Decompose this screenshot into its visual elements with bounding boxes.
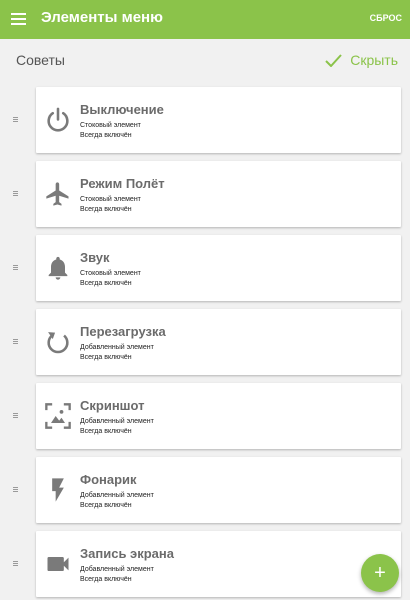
- menu-item-title: Выключение: [80, 102, 164, 117]
- add-button[interactable]: +: [361, 554, 399, 592]
- check-icon: [325, 53, 342, 67]
- drag-handle-icon[interactable]: [13, 413, 18, 419]
- menu-item-title: Фонарик: [80, 472, 137, 487]
- menu-item-type: Стоковый элемент: [80, 122, 141, 129]
- menu-item-card[interactable]: Звук Стоковый элемент Всегда включён: [36, 235, 401, 301]
- hide-button-label: Скрыть: [350, 52, 398, 68]
- hamburger-menu-icon[interactable]: [11, 12, 26, 26]
- menu-item-card[interactable]: Перезагрузка Добавленный элемент Всегда …: [36, 309, 401, 375]
- list-item: Перезагрузка Добавленный элемент Всегда …: [0, 309, 410, 375]
- drag-handle-icon[interactable]: [13, 487, 18, 493]
- app-bar-title: Элементы меню: [41, 9, 163, 26]
- drag-handle-icon[interactable]: [13, 339, 18, 345]
- section-title: Советы: [16, 52, 65, 68]
- section-header: Советы Скрыть: [0, 39, 410, 84]
- menu-item-status: Всегда включён: [80, 132, 132, 139]
- drag-handle-icon[interactable]: [13, 561, 18, 567]
- list-item: Скриншот Добавленный элемент Всегда вклю…: [0, 383, 410, 449]
- list-item: Фонарик Добавленный элемент Всегда включ…: [0, 457, 410, 523]
- menu-item-status: Всегда включён: [80, 502, 132, 509]
- restart-icon: [47, 332, 69, 354]
- menu-item-type: Добавленный элемент: [80, 566, 154, 573]
- drag-handle-icon[interactable]: [13, 191, 18, 197]
- menu-item-title: Звук: [80, 250, 110, 265]
- list-item: Звук Стоковый элемент Всегда включён: [0, 235, 410, 301]
- drag-handle-icon[interactable]: [13, 265, 18, 271]
- add-icon: +: [374, 562, 386, 584]
- menu-item-card[interactable]: Режим Полёт Стоковый элемент Всегда вклю…: [36, 161, 401, 227]
- list-item: Режим Полёт Стоковый элемент Всегда вклю…: [0, 161, 410, 227]
- menu-item-status: Всегда включён: [80, 576, 132, 583]
- menu-item-type: Стоковый элемент: [80, 270, 141, 277]
- menu-item-title: Режим Полёт: [80, 176, 165, 191]
- list-item: Запись экрана Добавленный элемент Всегда…: [0, 531, 410, 597]
- screenshot-icon: [45, 403, 71, 429]
- menu-item-type: Добавленный элемент: [80, 344, 154, 351]
- menu-item-card[interactable]: Скриншот Добавленный элемент Всегда вклю…: [36, 383, 401, 449]
- bell-icon: [48, 256, 68, 280]
- menu-item-card[interactable]: Выключение Стоковый элемент Всегда включ…: [36, 87, 401, 153]
- menu-item-status: Всегда включён: [80, 280, 132, 287]
- menu-item-card[interactable]: Запись экрана Добавленный элемент Всегда…: [36, 531, 401, 597]
- drag-handle-icon[interactable]: [13, 117, 18, 123]
- hide-button[interactable]: Скрыть: [325, 51, 398, 69]
- airplane-icon: [46, 182, 69, 206]
- menu-item-title: Перезагрузка: [80, 324, 166, 339]
- menu-item-title: Запись экрана: [80, 546, 174, 561]
- app-bar: Элементы меню СБРОС: [0, 0, 410, 39]
- power-icon: [47, 107, 69, 132]
- menu-item-card[interactable]: Фонарик Добавленный элемент Всегда включ…: [36, 457, 401, 523]
- menu-item-status: Всегда включён: [80, 206, 132, 213]
- menu-item-status: Всегда включён: [80, 428, 132, 435]
- menu-item-type: Добавленный элемент: [80, 418, 154, 425]
- list-item: Выключение Стоковый элемент Всегда включ…: [0, 87, 410, 153]
- menu-item-type: Добавленный элемент: [80, 492, 154, 499]
- video-camera-icon: [47, 557, 69, 571]
- flash-icon: [52, 478, 64, 502]
- menu-item-status: Всегда включён: [80, 354, 132, 361]
- menu-item-title: Скриншот: [80, 398, 145, 413]
- menu-item-type: Стоковый элемент: [80, 196, 141, 203]
- reset-button[interactable]: СБРОС: [370, 13, 402, 23]
